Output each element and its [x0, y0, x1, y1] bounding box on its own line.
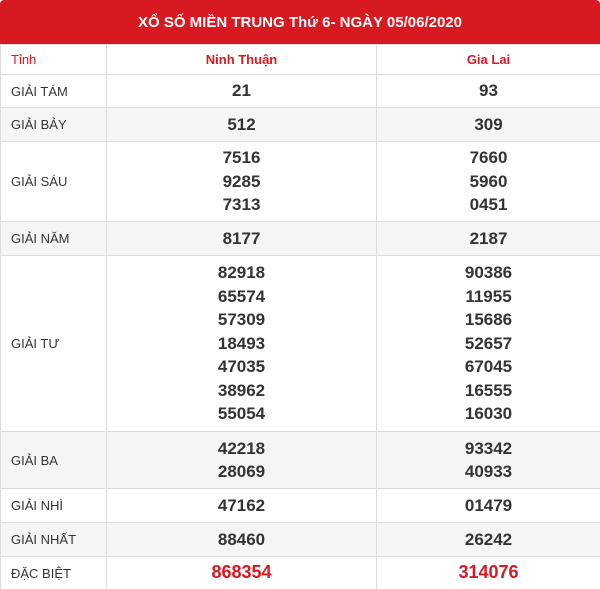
prize-row-giai-nhi: GIẢI NHÌ 47162 01479 [0, 488, 600, 523]
prize-number: 26242 [464, 529, 513, 549]
prize-row-giai-ba: GIẢI BA 42218 28069 93342 40933 [0, 431, 600, 489]
prize-values-ninh-thuan: 8177 [106, 221, 377, 256]
prize-number: 16555 [464, 380, 513, 400]
prize-number: 5960 [469, 171, 508, 191]
province-gia-lai[interactable]: Gia Lai [376, 44, 600, 75]
prize-label: GIẢI TƯ [0, 255, 107, 432]
prize-number: 65574 [217, 286, 266, 306]
prize-number: 90386 [464, 263, 513, 283]
prize-values-gia-lai: 01479 [376, 488, 600, 523]
prize-number: 16030 [464, 404, 513, 424]
prize-number: 11955 [465, 286, 512, 306]
prize-label: GIẢI BẢY [0, 107, 107, 142]
results-title: XỔ SỐ MIỀN TRUNG Thứ 6- NGÀY 05/06/2020 [0, 0, 600, 44]
jackpot-number: 868354 [211, 562, 272, 583]
table-header-row: Tỉnh Ninh Thuận Gia Lai [0, 44, 600, 75]
prize-values-ninh-thuan: 82918 65574 57309 18493 47035 38962 5505… [106, 255, 377, 432]
prize-number: 7516 [222, 148, 261, 168]
prize-number: 21 [232, 81, 251, 101]
prize-row-giai-tam: GIẢI TÁM 21 93 [0, 74, 600, 108]
jackpot-value-gia-lai: 314076 [376, 556, 600, 589]
prize-values-ninh-thuan: 21 [106, 74, 377, 108]
prize-number: 40933 [464, 462, 513, 481]
prize-values-ninh-thuan: 42218 28069 [106, 431, 377, 489]
prize-number: 2187 [469, 228, 508, 248]
province-column-label: Tỉnh [0, 44, 107, 75]
prize-number: 93 [479, 81, 498, 101]
prize-values-gia-lai: 2187 [376, 221, 600, 256]
prize-number: 15686 [464, 310, 513, 330]
prize-number: 28069 [217, 462, 266, 481]
prize-number: 309 [474, 114, 503, 134]
prize-values-ninh-thuan: 512 [106, 107, 377, 142]
prize-values-gia-lai: 26242 [376, 522, 600, 557]
lottery-results-panel: XỔ SỐ MIỀN TRUNG Thứ 6- NGÀY 05/06/2020 … [0, 0, 600, 589]
prize-values-ninh-thuan: 7516 9285 7313 [106, 141, 377, 222]
prize-row-giai-bay: GIẢI BẢY 512 309 [0, 107, 600, 142]
prize-number: 55054 [217, 404, 266, 424]
prize-label: ĐẶC BIỆT [0, 556, 107, 589]
prize-row-giai-nam: GIẢI NĂM 8177 2187 [0, 221, 600, 256]
prize-number: 38962 [217, 380, 266, 400]
prize-number: 47035 [217, 357, 266, 377]
prize-number: 7660 [469, 148, 508, 168]
prize-number: 93342 [464, 438, 513, 458]
prize-values-gia-lai: 93342 40933 [376, 431, 600, 489]
prize-number: 512 [227, 114, 256, 134]
prize-row-giai-tu: GIẢI TƯ 82918 65574 57309 18493 47035 38… [0, 255, 600, 432]
prize-row-giai-nhat: GIẢI NHẤT 88460 26242 [0, 522, 600, 557]
prize-number: 57309 [217, 310, 266, 330]
prize-values-gia-lai: 93 [376, 74, 600, 108]
prize-number: 47162 [217, 495, 266, 515]
prize-number: 18493 [217, 333, 266, 353]
prize-label: GIẢI SÁU [0, 141, 107, 222]
prize-label: GIẢI NHÌ [0, 488, 107, 523]
jackpot-number: 314076 [458, 562, 519, 583]
prize-values-ninh-thuan: 47162 [106, 488, 377, 523]
prize-number: 0451 [469, 195, 508, 215]
prize-number: 67045 [464, 357, 513, 377]
prize-number: 9285 [222, 171, 261, 191]
prize-number: 8177 [222, 228, 261, 248]
prize-number: 82918 [217, 263, 266, 283]
prize-values-gia-lai: 7660 5960 0451 [376, 141, 600, 222]
prize-number: 52657 [464, 333, 513, 353]
prize-number: 7313 [222, 195, 261, 215]
prize-number: 88460 [217, 529, 266, 549]
prize-values-gia-lai: 90386 11955 15686 52657 67045 16555 1603… [376, 255, 600, 432]
prize-label: GIẢI TÁM [0, 74, 107, 108]
prize-row-giai-sau: GIẢI SÁU 7516 9285 7313 7660 5960 0451 [0, 141, 600, 222]
results-table: Tỉnh Ninh Thuận Gia Lai GIẢI TÁM 21 93 G… [0, 44, 600, 589]
prize-label: GIẢI BA [0, 431, 107, 489]
prize-number: 01479 [464, 495, 513, 515]
province-ninh-thuan[interactable]: Ninh Thuận [106, 44, 377, 75]
prize-row-dac-biet: ĐẶC BIỆT 868354 314076 [0, 556, 600, 589]
jackpot-value-ninh-thuan: 868354 [106, 556, 377, 589]
prize-label: GIẢI NHẤT [0, 522, 107, 557]
prize-number: 42218 [217, 438, 266, 458]
prize-values-gia-lai: 309 [376, 107, 600, 142]
prize-label: GIẢI NĂM [0, 221, 107, 256]
prize-values-ninh-thuan: 88460 [106, 522, 377, 557]
